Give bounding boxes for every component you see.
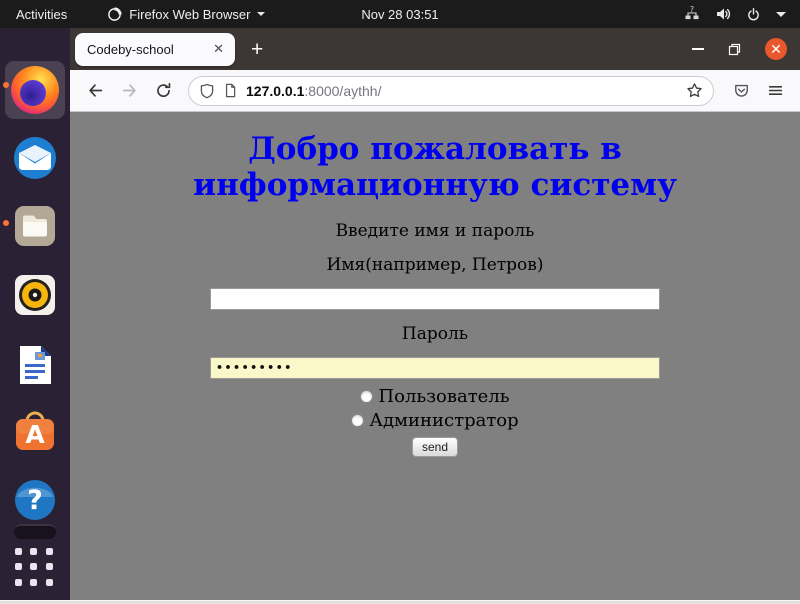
system-top-bar: Activities Firefox Web Browser Nov 28 03… xyxy=(0,0,800,28)
svg-text:A: A xyxy=(25,420,45,449)
dock-item-ubuntu-software[interactable]: A xyxy=(11,409,59,457)
app-menu[interactable]: Firefox Web Browser xyxy=(107,7,265,22)
firefox-window: Codeby-school ✕ + ✕ xyxy=(70,28,800,604)
window-bottom-edge xyxy=(0,600,800,604)
dock-item-firefox[interactable] xyxy=(11,66,59,114)
new-tab-button[interactable]: + xyxy=(251,39,263,60)
window-controls: ✕ xyxy=(692,38,800,60)
tab-bar: Codeby-school ✕ + ✕ xyxy=(70,28,800,70)
firefox-icon xyxy=(11,66,59,114)
ubuntu-software-icon: A xyxy=(11,409,59,457)
dock-item-help[interactable]: ? xyxy=(11,476,59,524)
app-menu-label: Firefox Web Browser xyxy=(129,7,250,22)
close-window-button[interactable]: ✕ xyxy=(765,38,787,60)
send-button[interactable]: send xyxy=(412,437,458,457)
running-indicator xyxy=(3,220,9,226)
dock-item-minimized-app[interactable] xyxy=(14,524,56,539)
chevron-down-icon xyxy=(257,12,265,16)
dock-item-libreoffice-writer[interactable] xyxy=(11,341,59,389)
chevron-down-icon xyxy=(776,12,786,17)
radio-user[interactable] xyxy=(360,390,373,403)
network-question-icon: ? xyxy=(684,6,700,22)
libreoffice-writer-icon xyxy=(11,341,59,389)
shield-icon[interactable] xyxy=(199,83,215,99)
tab-codeby-school[interactable]: Codeby-school ✕ xyxy=(75,33,235,66)
name-input[interactable] xyxy=(210,288,660,310)
minimize-button[interactable] xyxy=(692,48,704,50)
tab-close-icon[interactable]: ✕ xyxy=(211,41,226,57)
bookmark-star-icon[interactable] xyxy=(686,82,703,99)
tab-title: Codeby-school xyxy=(87,42,211,57)
role-option-admin: Администратор xyxy=(70,410,800,431)
svg-text:?: ? xyxy=(690,6,694,14)
dock-item-files[interactable] xyxy=(11,202,59,250)
radio-user-label: Пользователь xyxy=(378,386,509,407)
firefox-logo-icon xyxy=(107,7,122,22)
web-page-content: Добро пожаловать в информационную систем… xyxy=(70,112,800,604)
radio-admin[interactable] xyxy=(351,414,364,427)
role-option-user: Пользователь xyxy=(70,386,800,407)
login-prompt: Введите имя и пароль xyxy=(70,221,800,241)
pocket-icon[interactable] xyxy=(726,76,756,106)
password-label: Пароль xyxy=(70,324,800,344)
show-applications-button[interactable] xyxy=(15,548,55,588)
password-input[interactable] xyxy=(210,357,660,379)
dock-item-thunderbird[interactable] xyxy=(11,134,59,182)
help-question-icon: ? xyxy=(11,476,59,524)
url-text[interactable]: 127.0.0.1:8000/aythh/ xyxy=(246,83,678,99)
power-icon xyxy=(746,7,761,22)
restore-button[interactable] xyxy=(728,43,741,56)
activities-button[interactable]: Activities xyxy=(0,0,83,28)
dock-item-rhythmbox[interactable] xyxy=(11,271,59,319)
running-indicator xyxy=(3,82,9,88)
back-button[interactable] xyxy=(80,76,110,106)
rhythmbox-speaker-icon xyxy=(11,271,59,319)
url-bar[interactable]: 127.0.0.1:8000/aythh/ xyxy=(188,76,714,106)
url-host: 127.0.0.1 xyxy=(246,83,304,99)
svg-text:?: ? xyxy=(27,485,43,516)
url-path: :8000/aythh/ xyxy=(304,83,381,99)
thunderbird-icon xyxy=(11,134,59,182)
page-info-icon[interactable] xyxy=(223,83,238,98)
name-label: Имя(например, Петров) xyxy=(70,255,800,275)
page-title: Добро пожаловать в информационную систем… xyxy=(70,132,800,204)
navigation-toolbar: 127.0.0.1:8000/aythh/ xyxy=(70,70,800,112)
radio-admin-label: Администратор xyxy=(369,410,518,431)
menu-hamburger-icon[interactable] xyxy=(760,76,790,106)
reload-button[interactable] xyxy=(148,76,178,106)
files-folder-icon xyxy=(11,202,59,250)
volume-icon xyxy=(715,6,731,22)
system-status-area[interactable]: ? xyxy=(684,6,800,22)
forward-button[interactable] xyxy=(114,76,144,106)
ubuntu-dock: A ? xyxy=(0,28,70,600)
